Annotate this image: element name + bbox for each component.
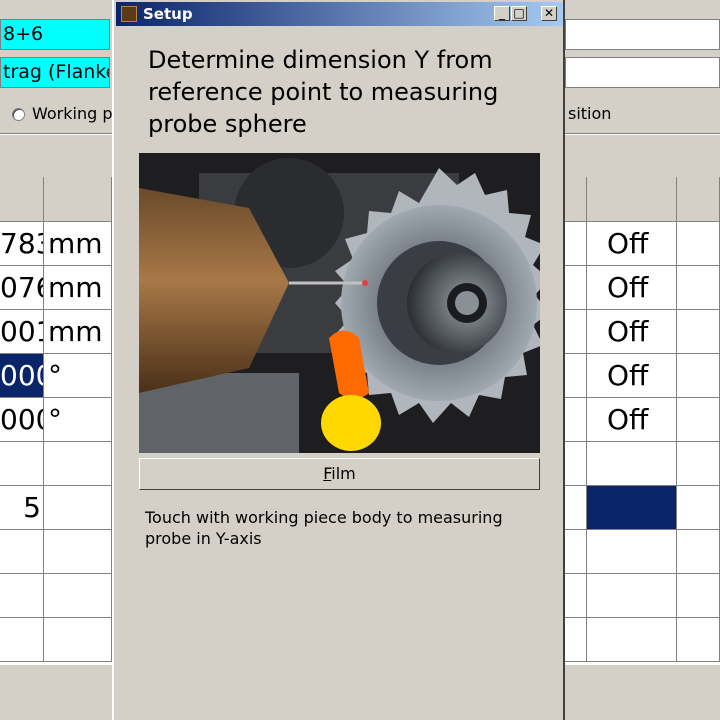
dialog-title: Setup (143, 5, 193, 23)
partial-cell (565, 530, 587, 574)
working-radio-label: Working p (32, 104, 113, 123)
instruction-description: Touch with working piece body to measuri… (145, 508, 503, 548)
extra-cell (677, 310, 720, 354)
top-value-field[interactable]: 8+6 (0, 19, 110, 50)
status-cell[interactable]: Off (587, 354, 677, 398)
value-cell-selected[interactable]: 000 (0, 354, 44, 398)
app-icon (121, 6, 137, 22)
maximize-button[interactable]: □ (511, 6, 527, 21)
extra-cell (677, 354, 720, 398)
status-cell[interactable] (587, 442, 677, 486)
unit-cell (44, 574, 112, 618)
value-cell[interactable]: 000 (0, 398, 44, 442)
partial-cell (565, 222, 587, 266)
partial-cell (565, 442, 587, 486)
unit-cell (44, 442, 112, 486)
minimize-button[interactable]: _ (494, 6, 510, 21)
right-second-field[interactable] (565, 57, 720, 88)
value-cell[interactable]: 5 (0, 486, 44, 530)
value-cell[interactable]: 783 (0, 222, 44, 266)
status-cell[interactable]: Off (587, 310, 677, 354)
extra-cell (677, 222, 720, 266)
setup-dialog: Setup _ □ ✕ Determine dimension Y from r… (112, 0, 565, 720)
value-cell[interactable] (0, 574, 44, 618)
status-cell[interactable]: Off (587, 222, 677, 266)
extra-cell (677, 442, 720, 486)
partial-cell (565, 310, 587, 354)
grid-header (44, 177, 112, 222)
value-cell[interactable] (0, 618, 44, 662)
status-cell[interactable] (587, 574, 677, 618)
status-cell[interactable]: Off (587, 266, 677, 310)
unit-cell: mm (44, 266, 112, 310)
unit-cell: ° (44, 354, 112, 398)
unit-cell: mm (44, 222, 112, 266)
grid-header (587, 177, 677, 222)
instruction-heading: Determine dimension Y from reference poi… (148, 46, 499, 138)
working-radio[interactable] (12, 108, 25, 121)
top-value-text: 8+6 (3, 23, 44, 45)
right-top-field[interactable] (565, 19, 720, 50)
unit-cell: mm (44, 310, 112, 354)
extra-cell (677, 574, 720, 618)
extra-cell (677, 486, 720, 530)
status-cell[interactable] (587, 618, 677, 662)
position-radio-label: sition (568, 104, 612, 123)
value-cell[interactable]: 001 (0, 310, 44, 354)
status-cell[interactable]: Off (587, 398, 677, 442)
extra-cell (677, 398, 720, 442)
unit-cell (44, 618, 112, 662)
grid-header (0, 177, 44, 222)
unit-cell (44, 530, 112, 574)
partial-cell (565, 398, 587, 442)
extra-cell (677, 530, 720, 574)
partial-cell (565, 354, 587, 398)
value-cell[interactable]: 076 (0, 266, 44, 310)
extra-cell (677, 266, 720, 310)
flank-field[interactable]: trag (Flanke (0, 57, 110, 88)
film-button[interactable]: Film (139, 458, 540, 490)
close-button[interactable]: ✕ (541, 6, 557, 21)
grid-header (565, 177, 587, 222)
partial-cell (565, 486, 587, 530)
status-cell[interactable] (587, 530, 677, 574)
left-value-grid: 783 mm 076 mm 001 mm 000 ° 000 ° 5 (0, 177, 112, 665)
grid-header (677, 177, 720, 222)
right-status-grid: Off Off Off Off Off (565, 177, 720, 665)
setup-photo (139, 153, 540, 453)
extra-cell (677, 618, 720, 662)
unit-cell: ° (44, 398, 112, 442)
film-button-label: ilm (331, 464, 356, 483)
unit-cell (44, 486, 112, 530)
status-cell-selected[interactable] (587, 486, 677, 530)
dialog-titlebar[interactable]: Setup _ □ ✕ (116, 2, 563, 26)
flank-text: trag (Flanke (3, 61, 110, 83)
value-cell[interactable] (0, 530, 44, 574)
partial-cell (565, 266, 587, 310)
partial-cell (565, 618, 587, 662)
value-cell[interactable] (0, 442, 44, 486)
partial-cell (565, 574, 587, 618)
